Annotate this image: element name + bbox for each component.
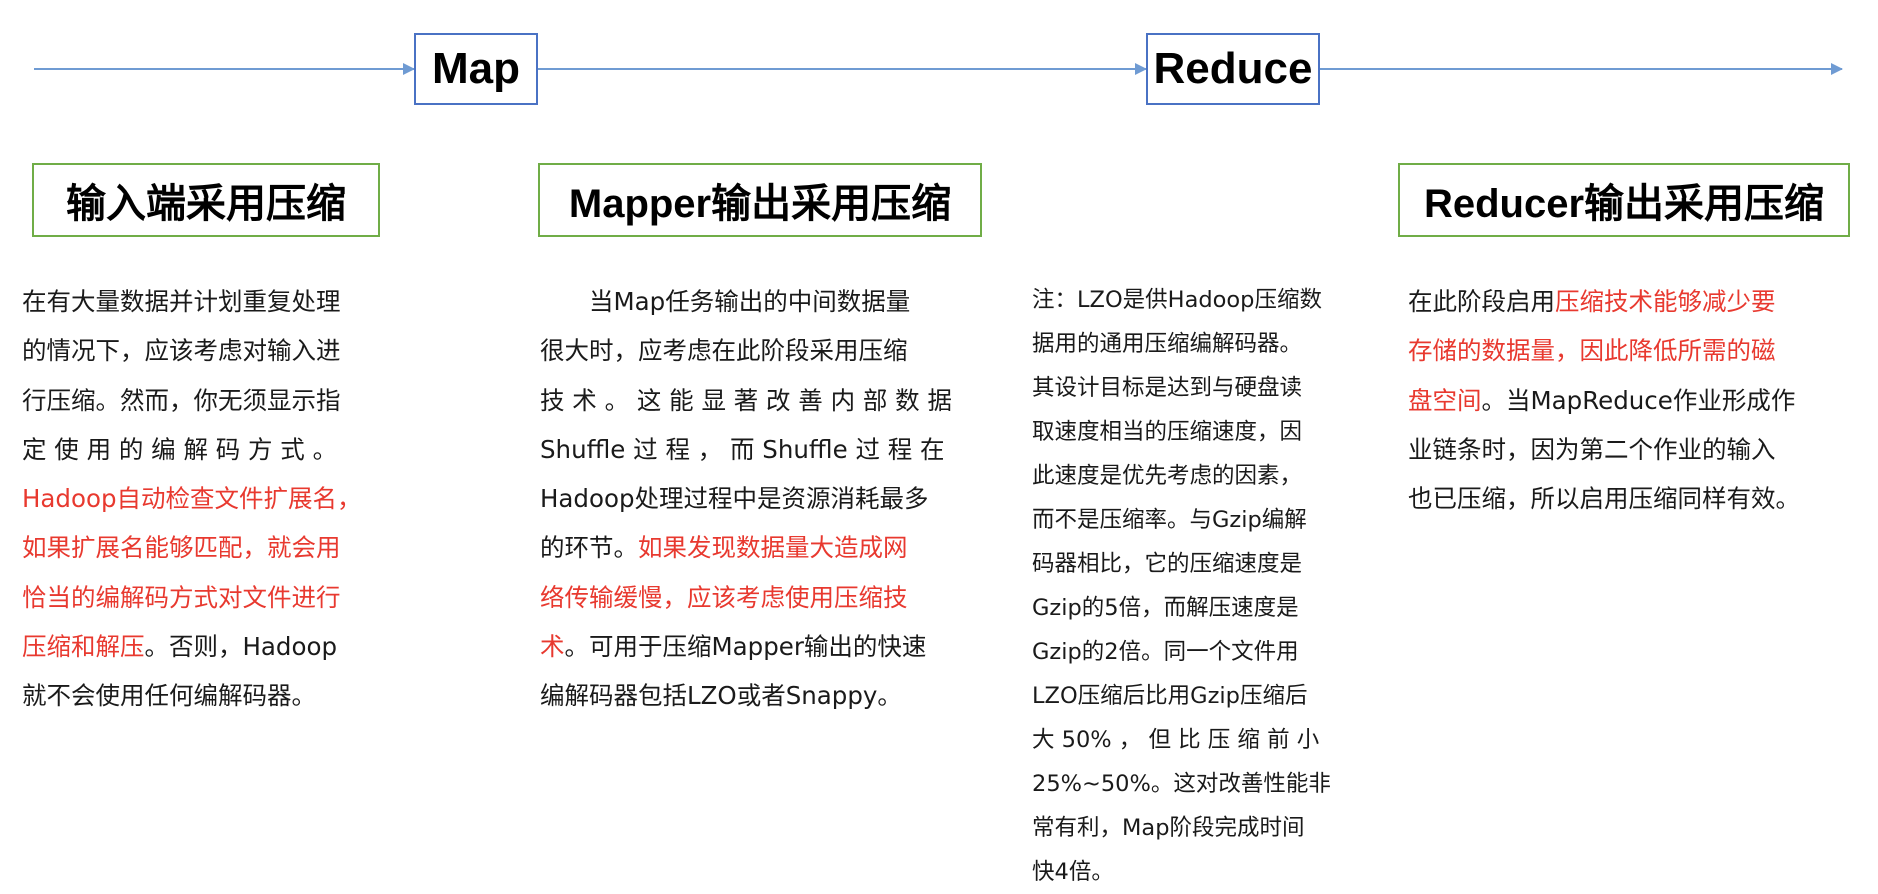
reducer-compression-title-box: Reducer输出采用压缩	[1398, 163, 1850, 237]
mapper-text-line: 术。可用于压缩Mapper输出的快速	[540, 622, 964, 671]
mapper-text-line: Shuffle 过 程 ， 而 Shuffle 过 程 在	[540, 425, 964, 474]
input-compression-text: 在有大量数据并计划重复处理 的情况下，应该考虑对输入进 行压缩。然而，你无须显示指定…	[22, 277, 400, 721]
map-stage-box: Map	[414, 33, 538, 105]
note-text-line: 此速度是优先考虑的因素，	[1032, 463, 1303, 489]
note-text-line: Gzip的2倍。同一个文件用	[1032, 639, 1299, 665]
note-text-line: 而不是压缩率。与Gzip编解	[1032, 507, 1307, 533]
input-text-line: 就不会使用任何编解码器。	[22, 671, 400, 720]
reduce-stage-label: Reduce	[1153, 44, 1313, 93]
mapper-text-line: 编解码器包括LZO或者Snappy。	[540, 671, 964, 720]
text-segment: 。可用于压缩Mapper输出的快速	[564, 632, 927, 662]
reducer-compression-title: Reducer输出采用压缩	[1423, 182, 1825, 226]
input-text-line: 的情况下，应该考虑对输入进	[22, 326, 400, 375]
input-text-line: 定 使 用 的 编 解 码 方 式 。	[22, 425, 400, 474]
text-segment: 在此阶段启用	[1408, 287, 1555, 316]
text-segment: 很大时，应考虑在此阶段采用压缩	[540, 336, 908, 366]
text-segment: 在有大量数据并计划重复处理	[22, 287, 341, 316]
input-text-line: Hadoop自动检查文件扩展名，	[22, 474, 400, 523]
highlighted-text: 术	[540, 632, 565, 662]
mapper-compression-title: Mapper输出采用压缩	[568, 182, 952, 226]
highlighted-text: 如果扩展名能够匹配，就会用	[22, 533, 341, 563]
highlighted-text: 存储的数据量，因此降低所需的磁	[1408, 336, 1776, 366]
highlighted-text: 恰当的编解码方式对文件进行	[22, 582, 341, 612]
text-segment: 行压缩。然而，你无须显示指	[22, 385, 341, 415]
reducer-text-line: 存储的数据量，因此降低所需的磁	[1408, 326, 1858, 375]
note-text-line: Gzip的5倍，而解压速度是	[1032, 595, 1299, 621]
mapper-text-line: 的环节。如果发现数据量大造成网	[540, 523, 964, 572]
reducer-text-line: 在此阶段启用压缩技术能够减少要	[1408, 277, 1858, 326]
text-segment: 。当MapReduce作业形成作	[1481, 385, 1796, 415]
text-segment: 的情况下，应该考虑对输入进	[22, 336, 341, 366]
note-text-line: 注：LZO是供Hadoop压缩数	[1032, 287, 1322, 313]
mapper-text-line: 很大时，应考虑在此阶段采用压缩	[540, 326, 964, 375]
note-text-line: LZO压缩后比用Gzip压缩后	[1032, 683, 1308, 709]
input-text-line: 压缩和解压。否则，Hadoop	[22, 622, 400, 671]
mapper-text-line: 络传输缓慢，应该考虑使用压缩技	[540, 573, 964, 622]
note-text-line: 其设计目标是达到与硬盘读	[1032, 375, 1303, 401]
mapper-text-line: 技 术 。 这 能 显 著 改 善 内 部 数 据	[540, 376, 964, 425]
input-text-line: 在有大量数据并计划重复处理	[22, 277, 400, 326]
note-text-line: 码器相比，它的压缩速度是	[1032, 551, 1303, 577]
highlighted-text: 如果发现数据量大造成网	[638, 533, 908, 563]
input-text-line: 行压缩。然而，你无须显示指	[22, 376, 400, 425]
mapper-compression-title-box: Mapper输出采用压缩	[538, 163, 982, 237]
input-compression-title-box: 输入端采用压缩	[32, 163, 380, 237]
text-segment: Hadoop处理过程中是资源消耗最多	[540, 484, 929, 514]
text-segment: 当Map任务输出的中间数据量	[540, 287, 911, 316]
text-segment: 业链条时，因为第二个作业的输入	[1408, 434, 1776, 464]
reducer-text-line: 盘空间。当MapReduce作业形成作	[1408, 376, 1858, 425]
reduce-stage-box: Reduce	[1146, 33, 1320, 105]
text-segment: 定 使 用 的 编 解 码 方 式 。	[22, 434, 338, 464]
mapper-compression-text: 当Map任务输出的中间数据量 很大时，应考虑在此阶段采用压缩技 术 。 这 能 显…	[540, 277, 964, 721]
reducer-text-line: 业链条时，因为第二个作业的输入	[1408, 425, 1858, 474]
highlighted-text: 压缩和解压	[22, 632, 145, 662]
reducer-compression-text: 在此阶段启用压缩技术能够减少要 存储的数据量，因此降低所需的磁 盘空间。当MapRe…	[1408, 277, 1858, 523]
highlighted-text: 盘空间	[1408, 385, 1482, 415]
highlighted-text: 络传输缓慢，应该考虑使用压缩技	[540, 582, 908, 612]
note-text-line: 大 50% ， 但 比 压 缩 前 小	[1032, 727, 1320, 753]
note-text-line: 常有利，Map阶段完成时间	[1032, 815, 1305, 841]
highlighted-text: Hadoop自动检查文件扩展名，	[22, 484, 362, 514]
map-stage-label: Map	[432, 44, 520, 93]
text-segment: 的环节。	[540, 533, 638, 563]
input-text-line: 如果扩展名能够匹配，就会用	[22, 523, 400, 572]
text-segment: 编解码器包括LZO或者Snappy。	[540, 681, 902, 711]
lzo-note-text: 注：LZO是供Hadoop压缩数 据用的通用压缩编解码器。 其设计目标是达到与硬盘读…	[1032, 278, 1344, 894]
mapper-text-line: Hadoop处理过程中是资源消耗最多	[540, 474, 964, 523]
mapper-text-line: 当Map任务输出的中间数据量	[540, 277, 964, 326]
highlighted-text: 压缩技术能够减少要	[1555, 287, 1776, 316]
text-segment: 技 术 。 这 能 显 著 改 善 内 部 数 据	[540, 385, 952, 415]
text-segment: Shuffle 过 程 ， 而 Shuffle 过 程 在	[540, 434, 945, 464]
note-text-line: 据用的通用压缩编解码器。	[1032, 331, 1303, 357]
note-text-line: 取速度相当的压缩速度，因	[1032, 419, 1303, 445]
note-text-line: 25%~50%。这对改善性能非	[1032, 771, 1331, 797]
input-text-line: 恰当的编解码方式对文件进行	[22, 573, 400, 622]
text-segment: 就不会使用任何编解码器。	[22, 681, 316, 711]
input-compression-title: 输入端采用压缩	[66, 182, 346, 226]
note-text-line: 快4倍。	[1032, 859, 1114, 885]
reducer-text-line: 也已压缩，所以启用压缩同样有效。	[1408, 474, 1858, 523]
text-segment: 。否则，Hadoop	[144, 632, 338, 662]
text-segment: 也已压缩，所以启用压缩同样有效。	[1408, 484, 1800, 514]
